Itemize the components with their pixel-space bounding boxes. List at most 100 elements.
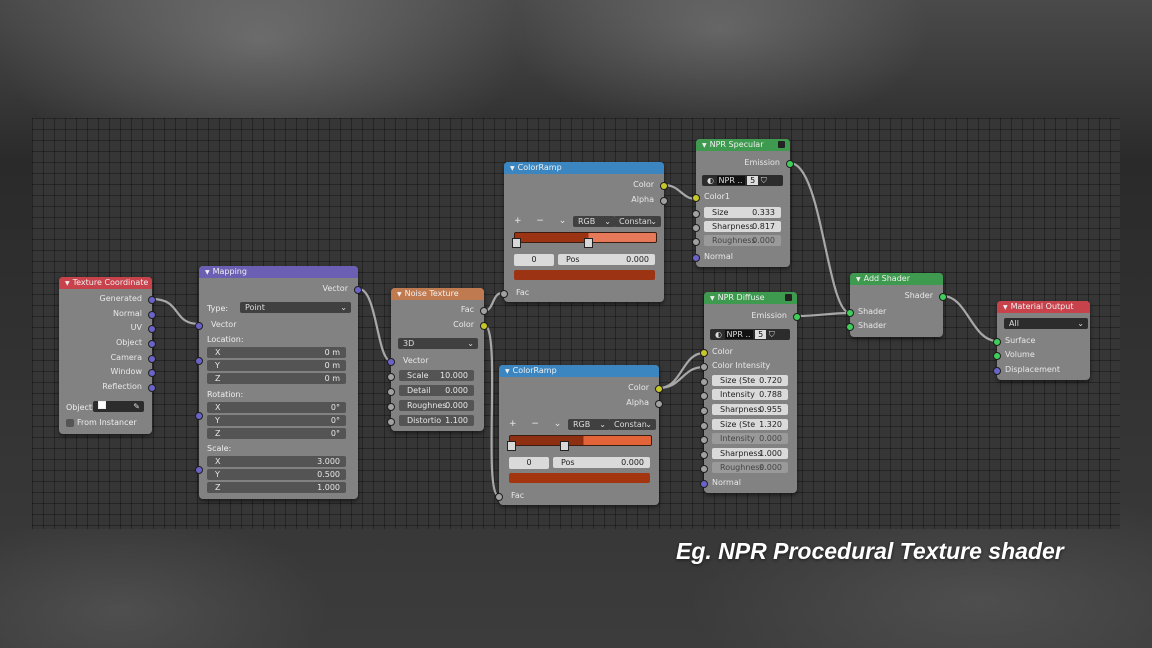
- texture-coordinate-header[interactable]: ▼ Texture Coordinate: [59, 277, 152, 289]
- socket-shader-in-2[interactable]: [846, 323, 854, 331]
- socket-rotation[interactable]: [195, 412, 203, 420]
- intensity-step1-field[interactable]: Intensity 0.788: [712, 389, 788, 400]
- npr-diffuse-header[interactable]: ▼ NPR Diffuse: [704, 292, 797, 304]
- socket-object[interactable]: [148, 340, 156, 348]
- intensity-step2-field[interactable]: Intensity 0.000: [712, 433, 788, 444]
- ramp-tools[interactable]: + − ⌄: [514, 216, 572, 226]
- socket-surface-in[interactable]: [993, 338, 1001, 346]
- socket-uv[interactable]: [148, 325, 156, 333]
- distortion-field[interactable]: Distortio 1.100: [399, 415, 474, 426]
- socket-window[interactable]: [148, 369, 156, 377]
- fake-user-shield-icon[interactable]: ⛉: [769, 330, 775, 339]
- socket-roughness-in[interactable]: [700, 465, 708, 473]
- ramp-stop-handle[interactable]: [507, 441, 516, 451]
- node-group-selector[interactable]: ◐ NPR .. 5 ⛉: [702, 175, 783, 186]
- socket-size-step1-in[interactable]: [700, 378, 708, 386]
- rotation-y-field[interactable]: Y 0°: [207, 415, 346, 426]
- socket-vector-out[interactable]: [354, 286, 362, 294]
- interpolation-dropdown[interactable]: Constan ⌄: [614, 216, 661, 227]
- socket-scale-in[interactable]: [387, 373, 395, 381]
- stop-index-field[interactable]: 0: [514, 254, 554, 266]
- socket-reflection[interactable]: [148, 384, 156, 392]
- npr-specular-node[interactable]: ▼ NPR Specular Emission ◐ NPR .. 5 ⛉ Colo…: [692, 139, 794, 267]
- rotation-z-field[interactable]: Z 0°: [207, 428, 346, 439]
- stop-pos-field[interactable]: Pos 0.000: [553, 457, 650, 468]
- location-z-field[interactable]: Z 0 m: [207, 373, 346, 384]
- socket-roughness-in[interactable]: [692, 238, 700, 246]
- ramp-tools[interactable]: + − ⌄: [509, 419, 567, 429]
- socket-fac-out[interactable]: [480, 307, 488, 315]
- sharpness-step1-field[interactable]: Sharpness 0.955: [712, 404, 788, 415]
- texture-coordinate-node[interactable]: ▼ Texture Coordinate Generated Normal UV …: [59, 277, 156, 434]
- size-step2-field[interactable]: Size (Ste 1.320: [712, 419, 788, 430]
- interpolation-dropdown[interactable]: Constan ⌄: [609, 419, 656, 430]
- collapse-arrow-icon[interactable]: ▼: [1003, 304, 1008, 311]
- stop-color-swatch[interactable]: [514, 270, 655, 280]
- collapse-arrow-icon[interactable]: ▼: [505, 368, 510, 375]
- socket-color-intensity-in[interactable]: [700, 363, 708, 371]
- npr-specular-header[interactable]: ▼ NPR Specular: [696, 139, 790, 151]
- socket-vector-in[interactable]: [195, 322, 203, 330]
- scale-y-field[interactable]: Y 0.500: [207, 469, 346, 480]
- color-ramp-bar[interactable]: [512, 232, 657, 248]
- target-dropdown[interactable]: All ⌄: [1004, 318, 1088, 329]
- roughness-field[interactable]: Roughness 0.000: [712, 462, 788, 473]
- socket-size-in[interactable]: [692, 210, 700, 218]
- socket-vector-in[interactable]: [387, 358, 395, 366]
- socket-sharpness-step2-in[interactable]: [700, 451, 708, 459]
- npr-diffuse-node[interactable]: ▼ NPR Diffuse Emission ◐ NPR .. 5 ⛉ Color…: [700, 292, 801, 493]
- socket-generated[interactable]: [148, 296, 156, 304]
- socket-camera[interactable]: [148, 355, 156, 363]
- fake-user-shield-icon[interactable]: ⛉: [761, 176, 767, 185]
- object-picker[interactable]: ✎: [93, 401, 144, 412]
- socket-color-in[interactable]: [700, 349, 708, 357]
- material-output-node[interactable]: ▼ Material Output All ⌄ Surface Volume Dis…: [993, 301, 1090, 380]
- color-mode-dropdown[interactable]: RGB ⌄: [568, 419, 610, 430]
- checkbox-icon[interactable]: [66, 418, 74, 427]
- scale-field[interactable]: Scale 10.000: [399, 370, 474, 381]
- colorramp-node-2[interactable]: ▼ ColorRamp Color Alpha + − ⌄ RGB ⌄ Consta…: [495, 365, 663, 505]
- stop-color-swatch[interactable]: [509, 473, 650, 483]
- noise-texture-header[interactable]: ▼ Noise Texture: [391, 288, 484, 300]
- location-y-field[interactable]: Y 0 m: [207, 360, 346, 371]
- ramp-stop-handle[interactable]: [584, 238, 593, 248]
- socket-distortion-in[interactable]: [387, 418, 395, 426]
- socket-normal[interactable]: [148, 311, 156, 319]
- mapping-header[interactable]: ▼ Mapping: [199, 266, 358, 278]
- socket-alpha-out[interactable]: [655, 400, 663, 408]
- node-editor[interactable]: ▼ Texture Coordinate Generated Normal UV …: [32, 118, 1120, 529]
- socket-color-out[interactable]: [655, 385, 663, 393]
- collapse-arrow-icon[interactable]: ▼: [702, 142, 707, 149]
- add-shader-header[interactable]: ▼ Add Shader: [850, 273, 943, 285]
- socket-shader-in-1[interactable]: [846, 309, 854, 317]
- colorramp-header[interactable]: ▼ ColorRamp: [499, 365, 659, 377]
- socket-sharpness-in[interactable]: [692, 224, 700, 232]
- socket-normal-in[interactable]: [692, 254, 700, 262]
- socket-emission-out[interactable]: [786, 160, 794, 168]
- noise-texture-node[interactable]: ▼ Noise Texture Fac Color 3D ⌄ Vector Scal…: [387, 288, 488, 431]
- socket-shader-out[interactable]: [939, 293, 947, 301]
- sharpness-step2-field[interactable]: Sharpness 1.000: [712, 448, 788, 459]
- location-x-field[interactable]: X 0 m: [207, 347, 346, 358]
- colorramp-header[interactable]: ▼ ColorRamp: [504, 162, 664, 174]
- roughness-field[interactable]: Roughness 0.000: [704, 235, 781, 246]
- socket-location[interactable]: [195, 357, 203, 365]
- socket-detail-in[interactable]: [387, 388, 395, 396]
- socket-color-out[interactable]: [480, 322, 488, 330]
- size-step1-field[interactable]: Size (Ste 0.720: [712, 375, 788, 386]
- socket-roughness-in[interactable]: [387, 403, 395, 411]
- collapse-arrow-icon[interactable]: ▼: [205, 269, 210, 276]
- socket-size-step2-in[interactable]: [700, 422, 708, 430]
- roughness-field[interactable]: Roughnes 0.000: [399, 400, 474, 411]
- scale-x-field[interactable]: X 3.000: [207, 456, 346, 467]
- socket-color1-in[interactable]: [692, 194, 700, 202]
- eyedropper-icon[interactable]: ✎: [133, 401, 140, 412]
- colorramp-node-1[interactable]: ▼ ColorRamp Color Alpha + − ⌄ RGB ⌄ Consta…: [500, 162, 668, 302]
- collapse-arrow-icon[interactable]: ▼: [510, 165, 515, 172]
- color-mode-dropdown[interactable]: RGB ⌄: [573, 216, 615, 227]
- socket-intensity-step2-in[interactable]: [700, 436, 708, 444]
- sharpness-field[interactable]: Sharpness 0.817: [704, 221, 781, 232]
- from-instancer-checkbox[interactable]: From Instancer: [66, 418, 137, 427]
- mapping-node[interactable]: ▼ Mapping Vector Type: Point ⌄ Vector Loca…: [195, 266, 362, 499]
- node-group-icon[interactable]: [778, 141, 785, 148]
